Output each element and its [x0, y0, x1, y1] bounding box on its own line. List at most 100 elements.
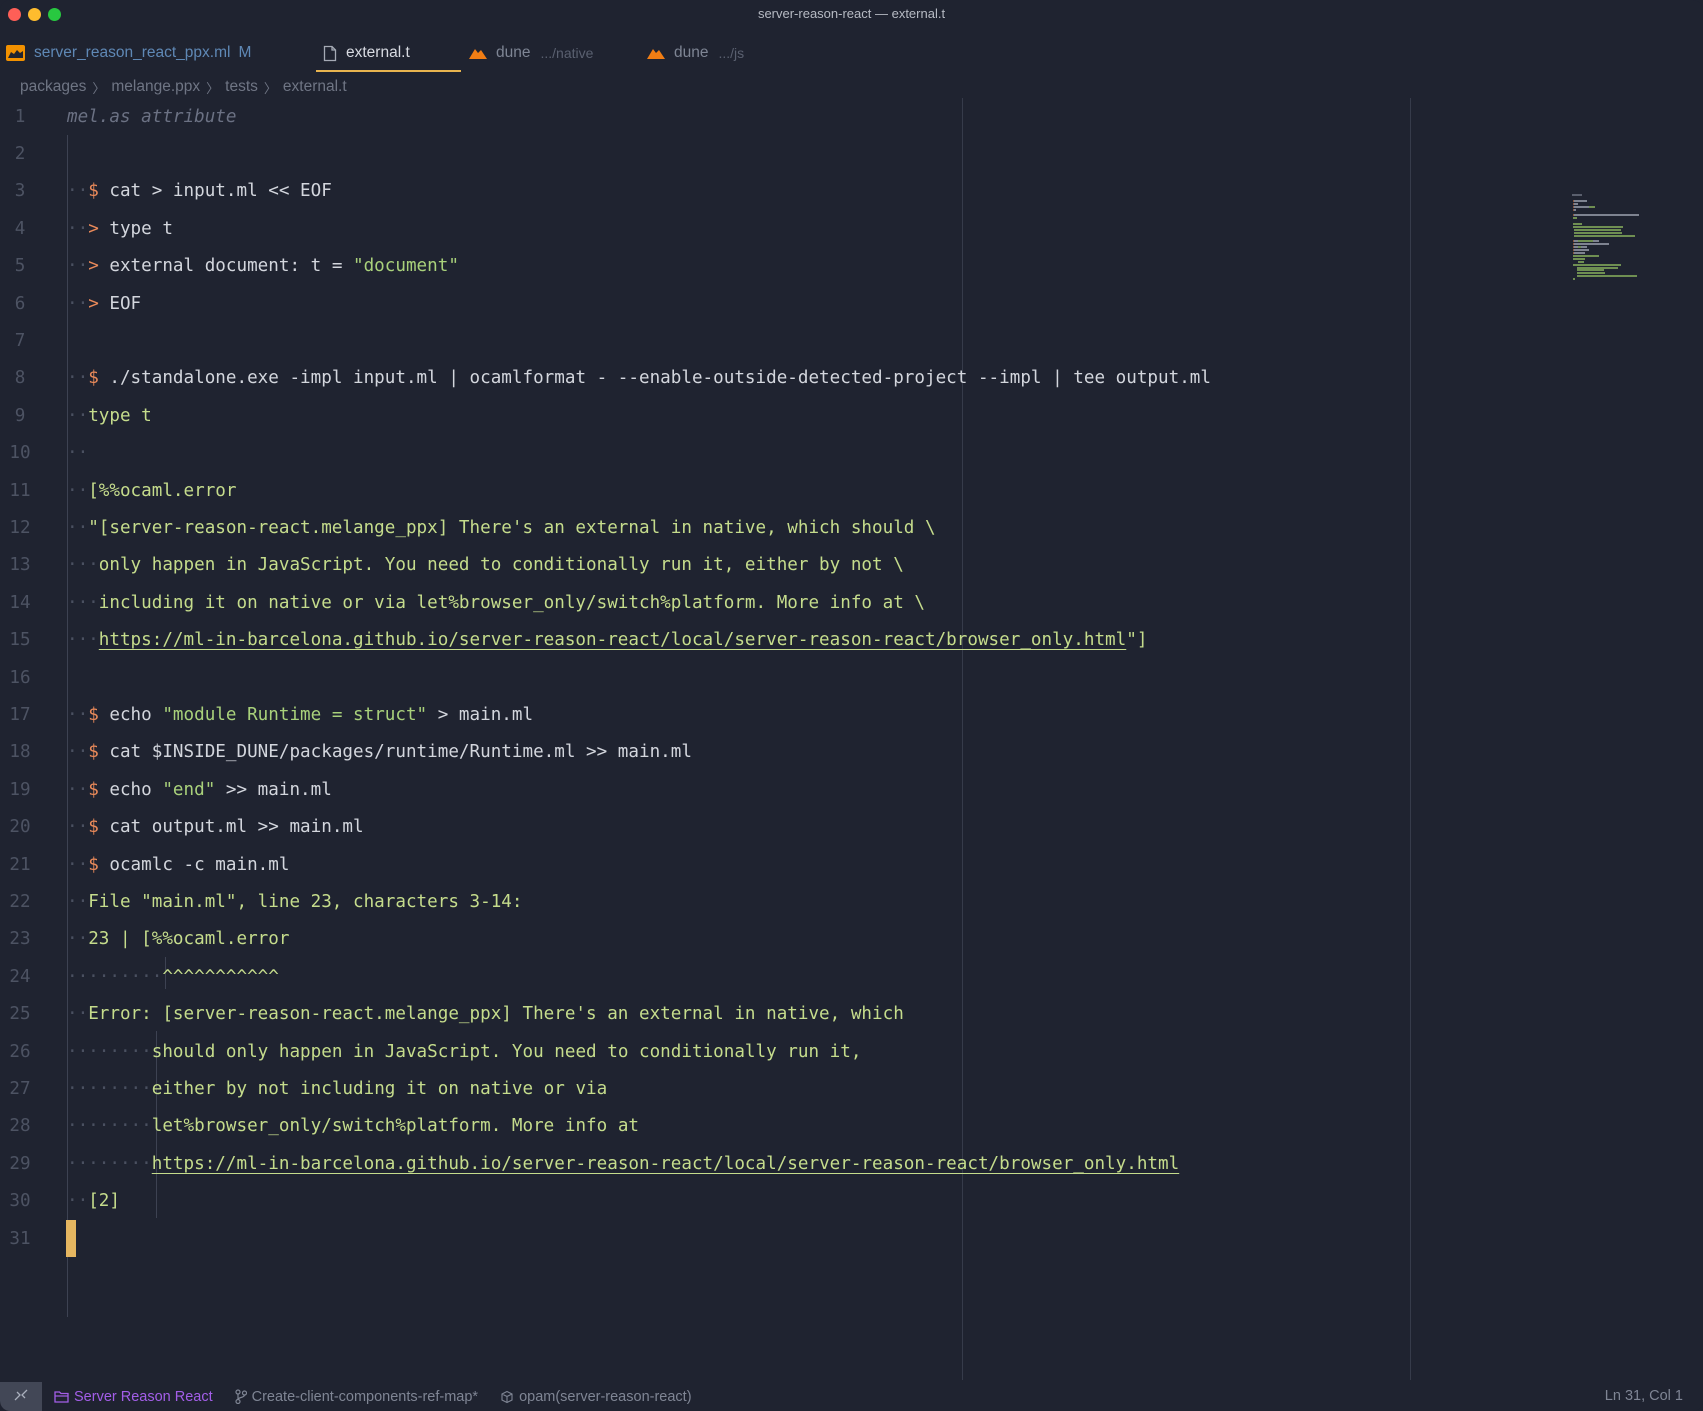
code-line[interactable]: 14 ···including it on native or via let%b…	[0, 584, 1560, 621]
code-token: let%browser_only/switch%platform. More i…	[151, 1116, 639, 1137]
branch-name: Create-client-components-ref-map*	[251, 1388, 479, 1405]
cursor-position[interactable]: Ln 31, Col 1	[1605, 1388, 1683, 1404]
code-token: ocamlc -c main.ml	[109, 854, 290, 875]
code-token: ··	[67, 518, 89, 539]
line-number: 19	[9, 779, 31, 800]
code-token: >	[88, 256, 110, 277]
code-line[interactable]: 30 ··[2]	[0, 1183, 1560, 1220]
minimap-line	[1574, 199, 1588, 202]
code-token: $	[88, 779, 110, 800]
code-token: either by not including it on native or …	[151, 1079, 608, 1100]
minimap-line	[1574, 202, 1579, 205]
link[interactable]: https://ml-in-barcelona.github.io/server…	[152, 1154, 1179, 1174]
minimap-line	[1573, 263, 1621, 266]
code-token: ··	[67, 1191, 89, 1212]
code-line[interactable]: 20 ··$ cat output.ml >> main.ml	[0, 809, 1560, 846]
code-line[interactable]: 27 ········either by not including it on …	[0, 1070, 1560, 1107]
code-line[interactable]: 18 ··$ cat $INSIDE_DUNE/packages/runtime/…	[0, 734, 1560, 771]
minimap-line	[1574, 208, 1577, 211]
modified-badge: M	[238, 44, 252, 61]
chevron-right-icon: 〉	[92, 80, 106, 96]
code-line[interactable]: 15 ···https://ml-in-barcelona.github.io/s…	[0, 622, 1560, 659]
toolchain-button[interactable]: opam(server-reason-react)	[500, 1389, 692, 1405]
code-line[interactable]: 21 ··$ ocamlc -c main.ml	[0, 846, 1560, 883]
title-bar: server-reason-react — external.t	[0, 0, 1703, 30]
breadcrumb-item[interactable]: melange.ppx	[111, 78, 200, 96]
code-line[interactable]: 17 ··$ echo "module Runtime = struct" > m…	[0, 696, 1560, 733]
remote-button[interactable]	[0, 1382, 42, 1411]
minimap-line	[1576, 266, 1619, 269]
tab-server-reason-react-ppx[interactable]: server_reason_react_ppx.ml M	[6, 34, 251, 72]
code-line[interactable]: 3 ··$ cat > input.ml << EOF	[0, 173, 1560, 210]
code-line[interactable]: 1 mel.as attribute	[0, 98, 1560, 135]
project-button[interactable]: Server Reason React	[54, 1389, 213, 1405]
code-line[interactable]: 11 ··[%%ocaml.error	[0, 472, 1560, 509]
code-line[interactable]: 6 ··> EOF	[0, 285, 1560, 322]
code-line[interactable]: 31	[0, 1220, 1560, 1257]
code-line[interactable]: 26 ········should only happen in JavaScri…	[0, 1033, 1560, 1070]
code-line[interactable]: 12 ··"[server-reason-react.melange_ppx] T…	[0, 509, 1560, 546]
code-line[interactable]: 5 ··> external document: t = "document"	[0, 248, 1560, 285]
chevron-right-icon: 〉	[206, 80, 220, 96]
line-number: 9	[14, 405, 26, 426]
line-number: 7	[14, 331, 26, 352]
breadcrumb-item[interactable]: external.t	[283, 78, 347, 96]
code-token: > main.ml	[427, 705, 534, 726]
line-content: ··	[67, 443, 88, 463]
code-line[interactable]: 29 ········https://ml-in-barcelona.github…	[0, 1145, 1560, 1182]
breadcrumb: packages 〉 melange.ppx 〉 tests 〉 externa…	[20, 76, 347, 98]
code-line[interactable]: 16	[0, 659, 1560, 696]
minimap-line	[1634, 234, 1636, 237]
dune-icon	[469, 47, 487, 59]
line-content: ··$ echo "end" >> main.ml	[67, 780, 332, 800]
code-line[interactable]: 25 ··Error: [server-reason-react.melange_…	[0, 996, 1560, 1033]
minimap-line	[1574, 243, 1609, 246]
minimap-line	[1580, 246, 1588, 249]
tab-dune-native[interactable]: dune .../native	[469, 34, 593, 72]
code-line[interactable]: 22 ··File "main.ml", line 23, characters …	[0, 883, 1560, 920]
tab-external-t[interactable]: external.t	[316, 34, 461, 72]
code-line[interactable]: 19 ··$ echo "end" >> main.ml	[0, 771, 1560, 808]
minimap-line	[1573, 217, 1577, 220]
line-content: ··> type t	[67, 219, 173, 239]
code-token: external document: t =	[109, 256, 353, 277]
breadcrumb-item[interactable]: packages	[20, 78, 86, 96]
git-branch-icon	[235, 1389, 247, 1404]
code-line[interactable]: 24 ·········^^^^^^^^^^^	[0, 958, 1560, 995]
code-line[interactable]: 9 ··type t	[0, 397, 1560, 434]
line-number: 27	[9, 1079, 31, 1100]
line-number: 2	[14, 144, 26, 165]
code-line[interactable]: 2	[0, 135, 1560, 172]
code-token: type t	[109, 218, 173, 239]
code-token: [%%ocaml.error	[88, 480, 237, 501]
code-line[interactable]: 8 ··$ ./standalone.exe -impl input.ml | o…	[0, 360, 1560, 397]
minimap[interactable]	[1572, 194, 1687, 294]
code-token: ^^^^^^^^^^^	[162, 966, 279, 987]
code-token: >> main.ml	[215, 779, 332, 800]
line-number: 11	[9, 480, 31, 501]
tab-label: external.t	[346, 44, 410, 61]
line-content: ···only happen in JavaScript. You need t…	[67, 555, 904, 575]
code-line[interactable]: 10 ··	[0, 435, 1560, 472]
code-line[interactable]: 4 ··> type t	[0, 210, 1560, 247]
code-token: $	[88, 817, 110, 838]
minimap-line	[1574, 205, 1589, 208]
code-token: ··	[67, 368, 89, 389]
minimap-line	[1577, 240, 1594, 243]
code-token: mel.as attribute	[67, 106, 237, 127]
code-line[interactable]: 28 ········let%browser_only/switch%platfo…	[0, 1108, 1560, 1145]
package-icon	[500, 1390, 514, 1404]
branch-button[interactable]: Create-client-components-ref-map*	[235, 1389, 478, 1405]
code-line[interactable]: 7	[0, 322, 1560, 359]
code-token: ··	[67, 854, 89, 875]
code-line[interactable]: 13 ···only happen in JavaScript. You need…	[0, 547, 1560, 584]
link[interactable]: https://ml-in-barcelona.github.io/server…	[99, 630, 1126, 650]
code-token: $	[88, 742, 110, 763]
code-line[interactable]: 23 ··23 | [%%ocaml.error	[0, 921, 1560, 958]
minimap-line	[1573, 231, 1623, 234]
tab-dune-js[interactable]: dune .../js	[647, 34, 744, 72]
line-content: mel.as attribute	[67, 107, 236, 127]
breadcrumb-item[interactable]: tests	[225, 78, 258, 96]
code-editor[interactable]: 1 mel.as attribute 2 3 ··$ cat > input.ml <<…	[0, 98, 1703, 1380]
tab-path-hint: .../js	[718, 45, 745, 61]
